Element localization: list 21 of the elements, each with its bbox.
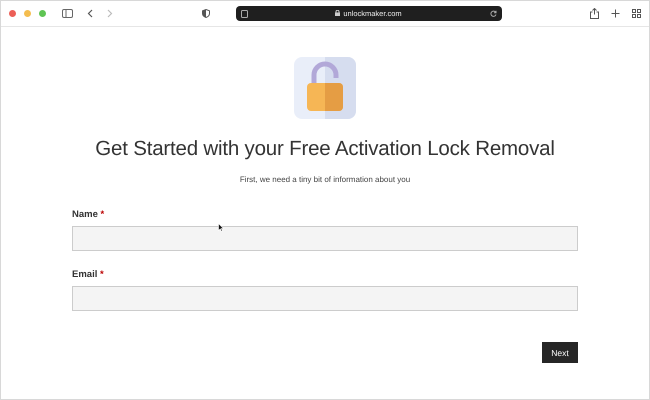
field-label: Email xyxy=(72,269,98,280)
back-icon[interactable] xyxy=(87,9,93,18)
reload-icon[interactable] xyxy=(490,10,496,17)
required-mark: * xyxy=(100,269,104,280)
close-window-button[interactable] xyxy=(9,10,16,17)
padlock-icon xyxy=(294,57,356,119)
mouse-cursor-icon xyxy=(218,223,224,232)
share-icon[interactable] xyxy=(590,8,599,19)
lock-icon xyxy=(335,10,340,16)
page-icon xyxy=(240,10,248,18)
page-heading: Get Started with your Free Activation Lock Removal xyxy=(95,137,555,161)
required-mark: * xyxy=(100,209,104,220)
next-button[interactable]: Next xyxy=(542,342,578,363)
new-tab-icon[interactable] xyxy=(611,9,620,18)
tab-overview-icon[interactable] xyxy=(632,9,641,18)
field-label: Name xyxy=(72,209,98,220)
input-field[interactable] xyxy=(72,226,578,251)
shield-icon[interactable] xyxy=(202,9,210,18)
page-subheading: First, we need a tiny bit of information about you xyxy=(240,175,410,184)
input-field[interactable] xyxy=(72,286,578,311)
sidebar-icon[interactable] xyxy=(62,9,73,18)
